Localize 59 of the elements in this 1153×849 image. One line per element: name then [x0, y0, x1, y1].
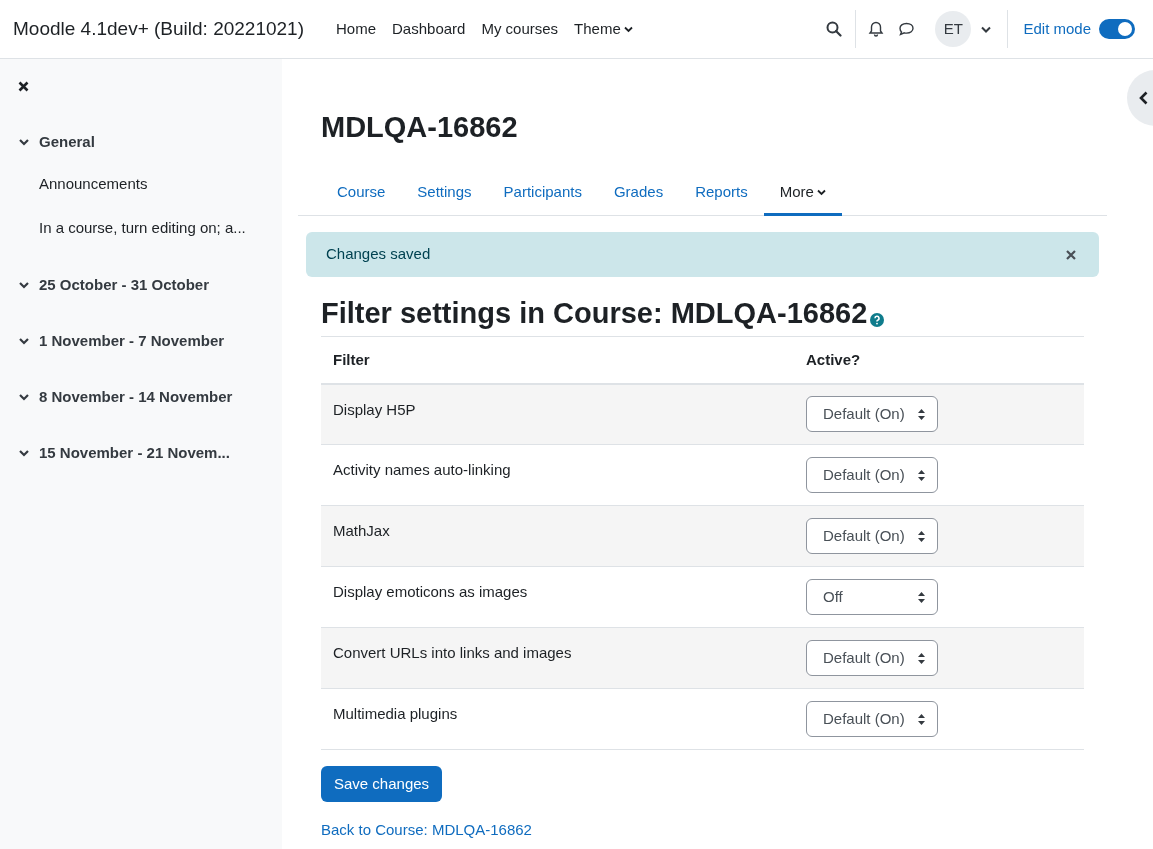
chevron-down-icon[interactable] [19, 280, 29, 290]
course-tab[interactable]: Settings [401, 172, 488, 216]
chevron-down-icon[interactable] [19, 336, 29, 346]
sort-arrows-icon [918, 408, 925, 420]
filter-dropdown[interactable]: Default (On) [806, 518, 938, 554]
back-to-course-link[interactable]: Back to Course: MDLQA-16862 [321, 821, 532, 838]
filter-dropdown[interactable]: Default (On) [806, 457, 938, 493]
site-name[interactable]: Moodle 4.1dev+ (Build: 20221021) [13, 14, 304, 44]
filter-dropdown[interactable]: Default (On) [806, 640, 938, 676]
help-icon[interactable] [870, 313, 885, 327]
course-tab[interactable]: Reports [679, 172, 764, 216]
filter-dropdown[interactable]: Default (On) [806, 396, 938, 433]
table-cell: Multimedia plugins [333, 705, 458, 722]
filter-dropdown[interactable]: Off [806, 579, 938, 615]
chevron-left-icon [1139, 91, 1148, 105]
table-cell: Display emoticons as images [333, 583, 528, 600]
sort-arrows-icon [918, 713, 925, 725]
activity-link[interactable]: Announcements [39, 173, 282, 196]
section-item[interactable]: 1 November - 7 November [0, 331, 282, 351]
course-tab[interactable]: More [763, 172, 842, 216]
table-cell: MathJax [333, 522, 390, 539]
course-tab[interactable]: Participants [487, 172, 598, 216]
bell-icon[interactable] [868, 21, 885, 37]
caret-icon[interactable] [981, 25, 992, 33]
edit-mode-label: Edit mode [1023, 18, 1091, 39]
close-icon[interactable] [1066, 249, 1076, 260]
edit-mode-toggle[interactable] [1099, 19, 1135, 39]
search-icon[interactable] [826, 21, 843, 37]
sort-arrows-icon [918, 469, 925, 481]
course-title: MDLQA-16862 [321, 113, 519, 142]
nav-link[interactable]: My courses [481, 17, 559, 41]
table-cell: Display H5P [333, 400, 416, 418]
page-heading: Filter settings in Course: MDLQA-16862 [321, 299, 868, 328]
chevron-down-icon[interactable] [19, 448, 29, 458]
nav-link[interactable]: Theme [574, 17, 633, 41]
user-avatar[interactable]: ET [935, 11, 972, 47]
activity-link[interactable]: In a course, turn editing on; a... [39, 216, 282, 239]
section-item[interactable]: 25 October - 31 October [0, 275, 282, 295]
sort-arrows-icon [918, 652, 925, 664]
table-cell: Activity names auto-linking [333, 461, 511, 478]
course-tab[interactable]: Grades [597, 172, 680, 216]
section-item[interactable]: General [0, 132, 282, 152]
section-item[interactable]: 15 November - 21 Novem... [0, 443, 282, 463]
sort-arrows-icon [918, 591, 925, 603]
section-item[interactable]: 8 November - 14 November [0, 387, 282, 407]
chevron-down-icon[interactable] [19, 392, 29, 402]
course-tab[interactable]: Course [321, 172, 402, 216]
chevron-down-icon[interactable] [19, 137, 29, 147]
save-changes-button[interactable]: Save changes [321, 766, 443, 802]
column-header: Filter [321, 336, 794, 384]
filter-dropdown[interactable]: Default (On) [806, 701, 938, 737]
chat-bubble-icon[interactable] [898, 21, 916, 37]
column-header: Active? [794, 336, 1084, 384]
nav-link[interactable]: Home [336, 17, 377, 41]
alert-message: Changes saved [326, 244, 431, 265]
close-icon[interactable] [18, 81, 29, 92]
nav-link[interactable]: Dashboard [392, 17, 466, 41]
sort-arrows-icon [918, 530, 925, 542]
table-cell: Convert URLs into links and images [333, 644, 572, 661]
